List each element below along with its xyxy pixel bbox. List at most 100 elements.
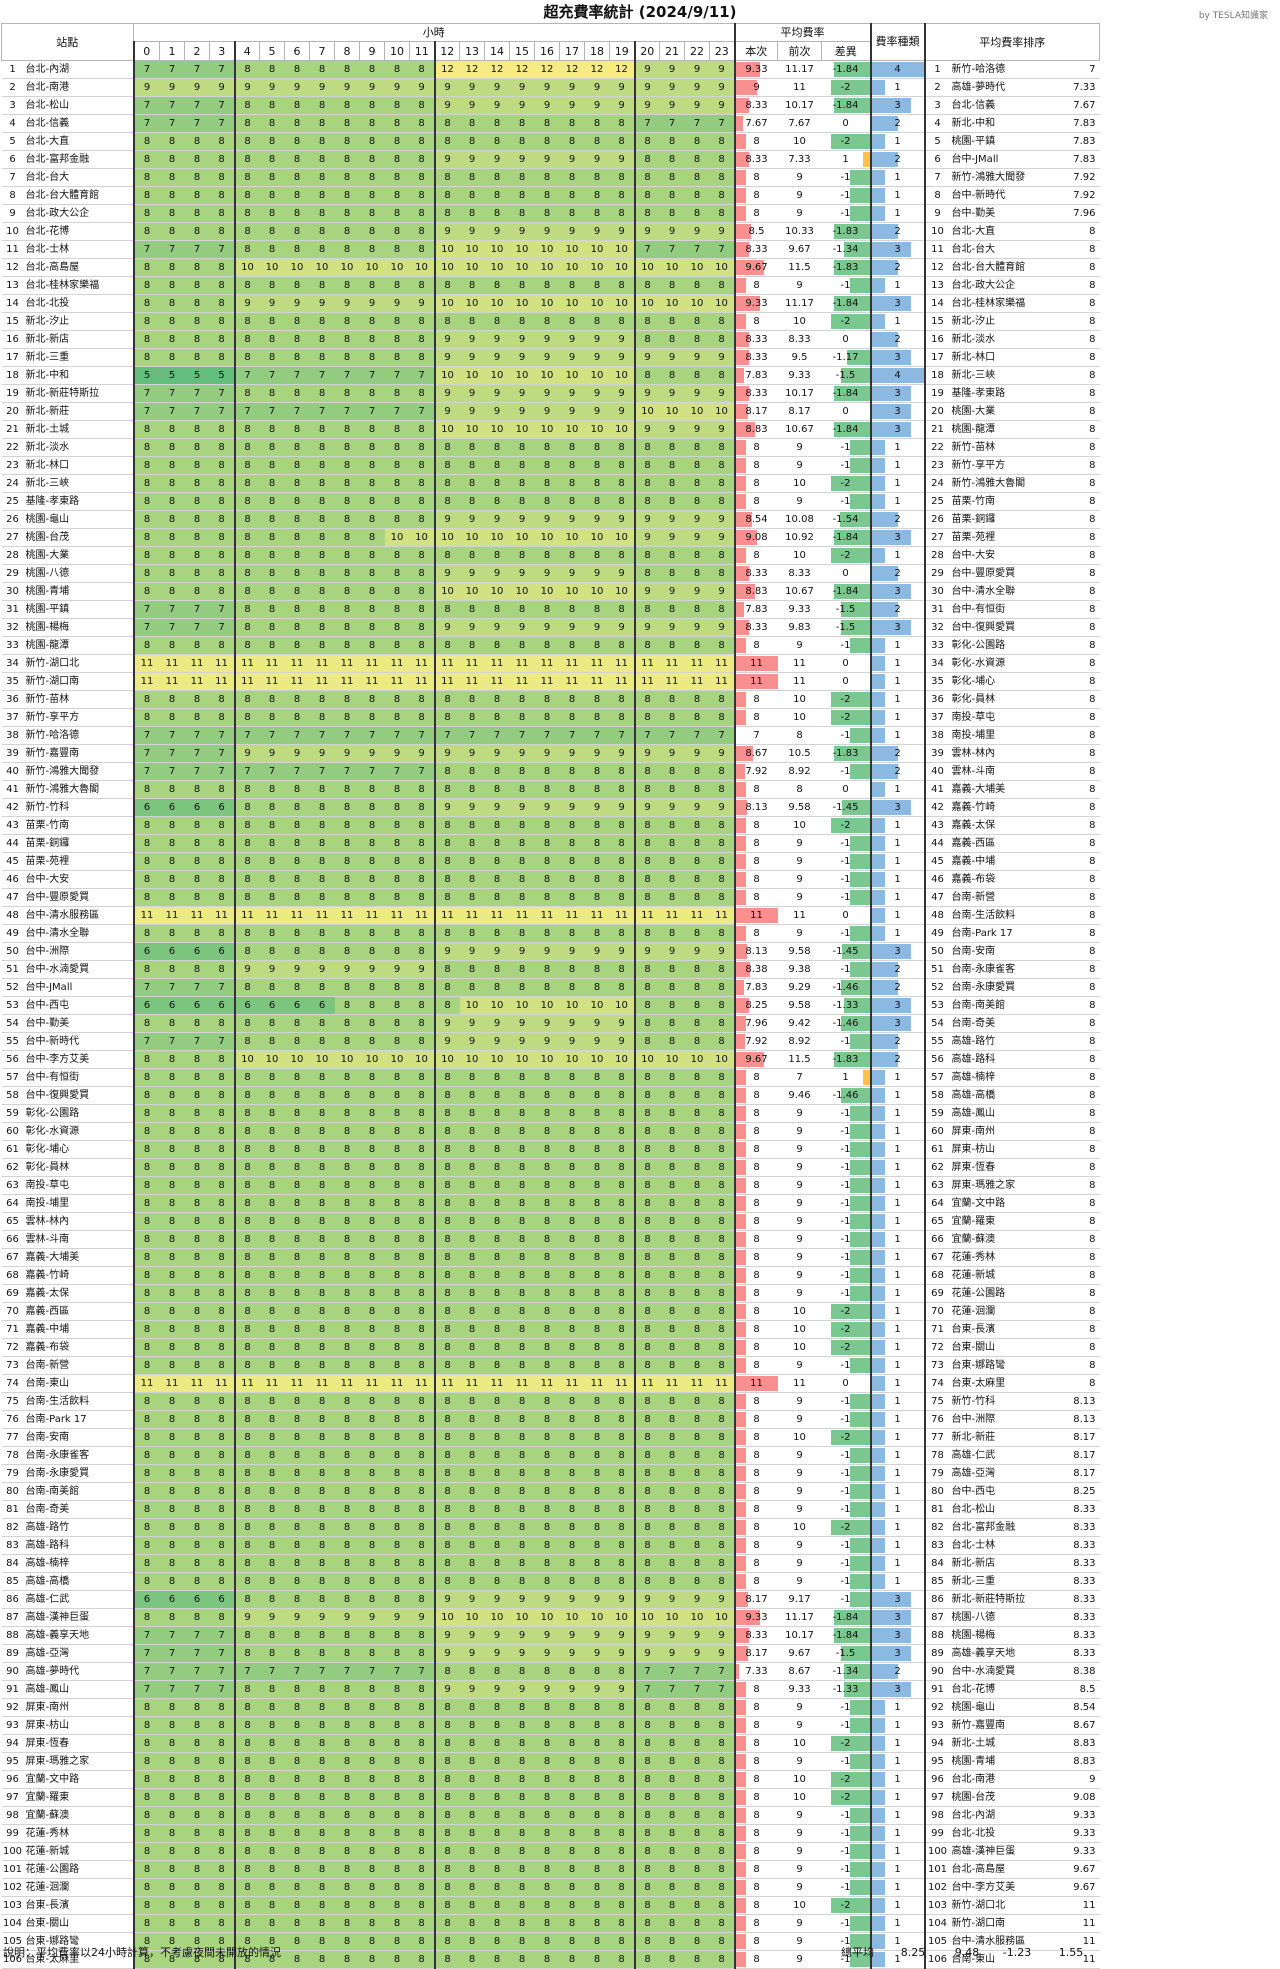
hour-rate-cell: 8 bbox=[459, 1266, 485, 1285]
hour-rate-cell: 10 bbox=[534, 582, 560, 601]
rank-station: 桃園-龜山 bbox=[949, 1698, 1058, 1717]
hour-rate-cell: 11 bbox=[409, 1374, 435, 1393]
hour-rate-cell: 9 bbox=[309, 78, 335, 97]
hour-rate-cell: 8 bbox=[559, 1194, 585, 1213]
this-rate-value: 8 bbox=[753, 496, 760, 507]
hour-rate-cell: 11 bbox=[609, 1374, 635, 1393]
row-number: 85 bbox=[1, 1572, 24, 1591]
rate-kinds-bar bbox=[872, 386, 911, 401]
hour-rate-cell: 9 bbox=[484, 942, 510, 961]
hour-rate-cell: 8 bbox=[584, 276, 610, 295]
hour-rate-cell: 8 bbox=[633, 150, 660, 169]
hour-rate-cell: 8 bbox=[359, 1158, 385, 1177]
hour-rate-cell: 8 bbox=[559, 1770, 585, 1789]
hour-rate-cell: 8 bbox=[309, 1698, 335, 1717]
table-row: 10 台北-花博 8 8 8 8 8 8 8 8 8 8 8 8 9 9 9 9 9 9 9 9 9 9 9 9 8.5 10.33-… bbox=[1, 222, 1100, 241]
hour-rate-cell: 7 bbox=[334, 366, 360, 385]
hour-rate-cell: 9 bbox=[459, 798, 485, 817]
diff-cell: 1 bbox=[821, 1068, 871, 1087]
hour-rate-cell: 8 bbox=[484, 312, 510, 331]
rate-kinds-cell: 1 bbox=[869, 1752, 925, 1771]
hour-rate-cell: 8 bbox=[409, 618, 435, 637]
hour-rate-cell: 8 bbox=[584, 1536, 610, 1555]
hour-rate-cell: 8 bbox=[459, 690, 485, 709]
hour-rate-cell: 8 bbox=[459, 1878, 485, 1897]
hour-rate-cell: 10 bbox=[633, 1608, 660, 1627]
hour-rate-cell: 8 bbox=[259, 690, 285, 709]
rate-kinds-cell: 2 bbox=[869, 600, 925, 619]
rate-kinds-cell: 3 bbox=[869, 1608, 925, 1627]
this-rate-cell: 8 bbox=[733, 186, 778, 205]
hour-rate-cell: 8 bbox=[233, 60, 260, 79]
rate-kinds-cell: 1 bbox=[869, 1428, 925, 1447]
hour-rate-cell: 10 bbox=[609, 294, 635, 313]
hour-rate-cell: 8 bbox=[384, 996, 410, 1015]
hour-rate-cell: 10 bbox=[609, 1050, 635, 1069]
hour-rate-cell: 8 bbox=[334, 1104, 360, 1123]
diff-value: -1 bbox=[840, 1234, 851, 1245]
hour-rate-cell: 8 bbox=[659, 474, 685, 493]
hour-rate-cell: 8 bbox=[334, 546, 360, 565]
rank-number: 99 bbox=[923, 1824, 950, 1843]
this-rate-cell: 11 bbox=[733, 906, 778, 925]
rank-number: 17 bbox=[923, 348, 950, 367]
hour-rate-cell: 8 bbox=[484, 1788, 510, 1807]
hour-rate-cell: 8 bbox=[459, 1194, 485, 1213]
hour-rate-cell: 8 bbox=[584, 1356, 610, 1375]
hour-rate-cell: 8 bbox=[384, 240, 410, 259]
prev-rate-value: 9 bbox=[777, 1554, 822, 1573]
hour-rate-cell: 8 bbox=[309, 510, 335, 529]
hour-rate-cell: 8 bbox=[233, 222, 260, 241]
hour-rate-cell: 8 bbox=[509, 1806, 535, 1825]
hour-rate-cell: 8 bbox=[659, 1158, 685, 1177]
prev-rate-value: 11 bbox=[777, 654, 822, 673]
hour-rate-cell: 11 bbox=[259, 672, 285, 691]
prev-rate-value: 9 bbox=[777, 1752, 822, 1771]
this-rate-cell: 8 bbox=[733, 1554, 778, 1573]
hour-rate-cell: 8 bbox=[209, 1734, 235, 1753]
diff-value: -1 bbox=[840, 892, 851, 903]
diff-value: -1 bbox=[840, 1702, 851, 1713]
hour-rate-cell: 8 bbox=[209, 1338, 235, 1357]
hour-rate-cell: 9 bbox=[659, 1644, 685, 1663]
hour-rate-cell: 8 bbox=[459, 1392, 485, 1411]
hour-rate-cell: 8 bbox=[409, 1914, 435, 1933]
hour-rate-cell: 8 bbox=[709, 762, 735, 781]
hour-rate-cell: 11 bbox=[309, 672, 335, 691]
rank-value: 8 bbox=[1057, 1068, 1100, 1087]
hour-rate-cell: 6 bbox=[159, 942, 185, 961]
hour-rate-cell: 8 bbox=[159, 1518, 185, 1537]
station-name: 新北-林口 bbox=[23, 456, 134, 475]
diff-cell: -1 bbox=[821, 1230, 871, 1249]
hour-rate-cell: 8 bbox=[359, 1572, 385, 1591]
prev-rate-value: 9 bbox=[777, 1572, 822, 1591]
this-rate-value: 8 bbox=[753, 1864, 760, 1875]
rank-value: 8 bbox=[1057, 420, 1100, 439]
hour-rate-cell: 8 bbox=[209, 438, 235, 457]
rank-number: 44 bbox=[923, 834, 950, 853]
rank-value: 8 bbox=[1057, 258, 1100, 277]
hour-header-22: 22 bbox=[684, 41, 710, 61]
hour-rate-cell: 8 bbox=[709, 1572, 735, 1591]
diff-value: -1 bbox=[840, 460, 851, 471]
hour-rate-cell: 8 bbox=[384, 1734, 410, 1753]
station-name: 雲林-斗南 bbox=[23, 1230, 134, 1249]
diff-bar bbox=[850, 854, 870, 869]
row-number: 95 bbox=[1, 1752, 24, 1771]
hour-rate-cell: 8 bbox=[209, 1536, 235, 1555]
this-rate-bar bbox=[736, 1826, 746, 1841]
hour-rate-cell: 8 bbox=[184, 816, 210, 835]
hour-rate-cell: 11 bbox=[709, 654, 735, 673]
prev-rate-value: 10 bbox=[777, 132, 822, 151]
row-number: 84 bbox=[1, 1554, 24, 1573]
hour-rate-cell: 8 bbox=[259, 528, 285, 547]
diff-value: -1.46 bbox=[832, 1090, 859, 1101]
rate-kinds-value: 1 bbox=[894, 1198, 901, 1209]
hour-rate-cell: 8 bbox=[233, 1320, 260, 1339]
rate-kinds-cell: 1 bbox=[869, 1554, 925, 1573]
hour-rate-cell: 8 bbox=[384, 1122, 410, 1141]
hour-rate-cell: 8 bbox=[259, 636, 285, 655]
diff-cell: -1.33 bbox=[821, 1680, 871, 1699]
hour-rate-cell: 8 bbox=[659, 186, 685, 205]
rank-value: 8 bbox=[1057, 330, 1100, 349]
